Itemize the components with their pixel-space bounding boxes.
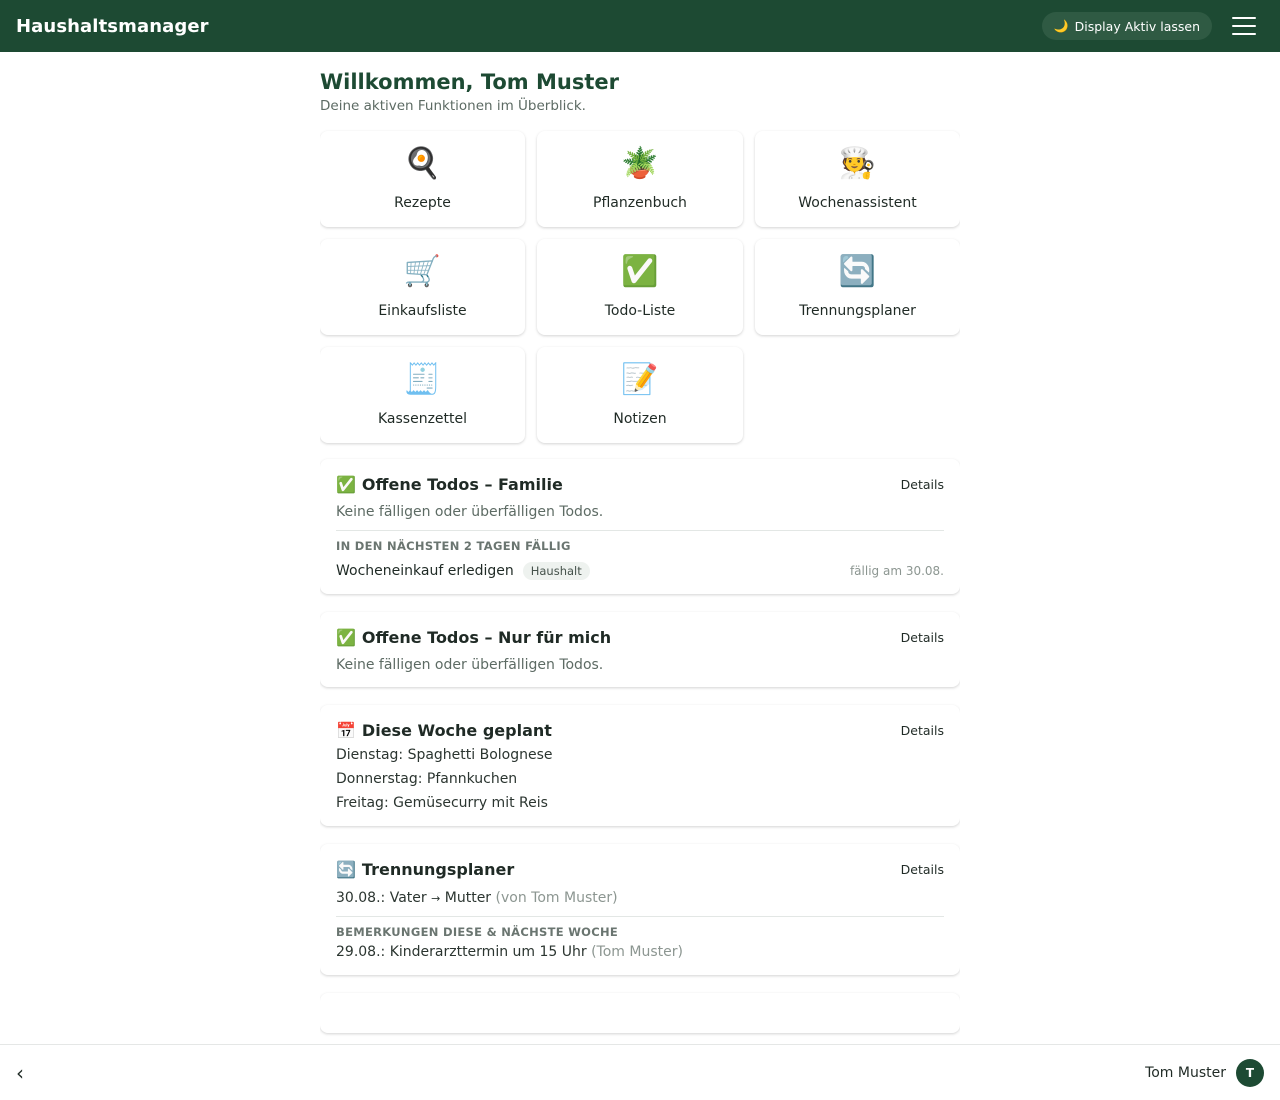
details-link[interactable]: Details <box>901 630 944 645</box>
tile-label: Pflanzenbuch <box>593 195 687 211</box>
divider <box>336 916 944 917</box>
todo-item[interactable]: Wocheneinkauf erledigen Haushalt fällig … <box>336 562 944 580</box>
card-week-plan: 📅 Diese Woche geplant Details Dienstag: … <box>320 705 960 826</box>
note-line: 29.08.: Kinderarzttermin um 15 Uhr (Tom … <box>336 943 944 961</box>
keep-display-on-button[interactable]: 🌙 Display Aktiv lassen <box>1041 12 1212 40</box>
arrows-cycle-icon: 🔄 <box>838 254 877 289</box>
top-bar: Haushaltsmanager 🌙 Display Aktiv lassen <box>0 0 1280 52</box>
receipt-icon: 🧾 <box>403 362 442 397</box>
plan-line: Donnerstag: Pfannkuchen <box>336 771 518 787</box>
tile-label: Einkaufsliste <box>378 303 467 319</box>
details-link[interactable]: Details <box>901 477 944 492</box>
card-title-text: Offene Todos – Nur für mich <box>361 628 612 647</box>
welcome-title: Willkommen, Tom Muster <box>320 70 619 94</box>
welcome-subtitle: Deine aktiven Funktionen im Überblick. <box>320 98 586 114</box>
plan-line: Dienstag: Spaghetti Bolognese <box>336 747 553 763</box>
divider <box>336 530 944 531</box>
tile-einkaufsliste[interactable]: 🛒 Einkaufsliste <box>320 239 525 335</box>
card-partial <box>320 993 960 1033</box>
details-link[interactable]: Details <box>901 862 944 877</box>
menu-line <box>1232 33 1256 35</box>
card-title: 🔄 Trennungsplaner <box>336 860 514 879</box>
empty-state-text: Keine fälligen oder überfälligen Todos. <box>336 657 604 673</box>
note-text: 29.08.: Kinderarzttermin um 15 Uhr <box>336 944 587 960</box>
handover-line: 30.08.: Vater → Mutter (von Tom Muster) <box>336 889 944 908</box>
user-name: Tom Muster <box>1145 1064 1226 1081</box>
tile-kassenzettel[interactable]: 🧾 Kassenzettel <box>320 347 525 443</box>
top-bar-actions: 🌙 Display Aktiv lassen <box>1041 8 1264 44</box>
potted-plant-icon: 🪴 <box>621 146 659 181</box>
section-label: IN DEN NÄCHSTEN 2 TAGEN FÄLLIG <box>336 539 571 553</box>
main-content: Willkommen, Tom Muster Deine aktiven Fun… <box>320 52 960 1044</box>
card-title: ✅ Offene Todos – Familie <box>336 475 563 494</box>
tile-pflanzenbuch[interactable]: 🪴 Pflanzenbuch <box>537 131 743 227</box>
tile-label: Wochenassistent <box>798 195 917 211</box>
due-date: fällig am 30.08. <box>849 564 944 578</box>
handover-from: Vater <box>389 890 427 906</box>
category-chip: Haushalt <box>522 562 590 580</box>
card-title-text: Trennungsplaner <box>361 860 515 879</box>
tile-label: Kassenzettel <box>377 411 468 427</box>
card-title-text: Offene Todos – Familie <box>361 475 563 494</box>
card-title: ✅ Offene Todos – Nur für mich <box>336 628 611 647</box>
tile-label: Rezepte <box>394 195 451 211</box>
section-label: BEMERKUNGEN DIESE & NÄCHSTE WOCHE <box>336 925 619 939</box>
feature-tiles: 🍳 Rezepte 🪴 Pflanzenbuch 🧑‍🍳 Wochenassis… <box>320 131 960 443</box>
back-chevron-icon[interactable]: ‹ <box>16 1061 36 1085</box>
card-title: 📅 Diese Woche geplant <box>336 721 552 740</box>
tile-notizen[interactable]: 📝 Notizen <box>537 347 743 443</box>
tile-rezepte[interactable]: 🍳 Rezepte <box>320 131 525 227</box>
hamburger-menu-icon[interactable] <box>1224 8 1264 44</box>
empty-state-text: Keine fälligen oder überfälligen Todos. <box>336 504 604 520</box>
arrows-cycle-icon: 🔄 <box>336 860 356 879</box>
frying-pan-icon: 🍳 <box>403 146 442 181</box>
handover-to: Mutter <box>444 890 492 906</box>
tile-label: Todo-Liste <box>604 303 676 319</box>
app-title[interactable]: Haushaltsmanager <box>16 16 209 37</box>
todo-text: Wocheneinkauf erledigen <box>336 563 514 579</box>
tile-wochenassistent[interactable]: 🧑‍🍳 Wochenassistent <box>755 131 960 227</box>
shopping-cart-icon: 🛒 <box>403 254 442 289</box>
menu-line <box>1232 17 1256 19</box>
check-mark-icon: ✅ <box>336 628 356 647</box>
note-author: (Tom Muster) <box>591 944 683 960</box>
check-mark-icon: ✅ <box>336 475 356 494</box>
handover-author: (von Tom Muster) <box>495 890 618 906</box>
menu-line <box>1232 25 1256 27</box>
memo-icon: 📝 <box>621 362 659 397</box>
tile-label: Notizen <box>613 411 667 427</box>
details-link[interactable]: Details <box>901 723 944 738</box>
calendar-icon: 📅 <box>336 721 356 740</box>
card-title-text: Diese Woche geplant <box>361 721 552 740</box>
arrow-icon: → <box>431 892 441 905</box>
check-mark-icon: ✅ <box>621 254 659 289</box>
moon-icon: 🌙 <box>1053 19 1069 33</box>
tile-trennungsplaner[interactable]: 🔄 Trennungsplaner <box>755 239 960 335</box>
card-todos-me: ✅ Offene Todos – Nur für mich Details Ke… <box>320 612 960 687</box>
user-info[interactable]: Tom Muster T <box>1145 1058 1264 1087</box>
card-trennungsplaner: 🔄 Trennungsplaner Details 30.08.: Vater … <box>320 844 960 975</box>
card-todos-familie: ✅ Offene Todos – Familie Details Keine f… <box>320 459 960 594</box>
handover-date: 30.08.: <box>336 890 386 906</box>
avatar: T <box>1236 1058 1264 1087</box>
bottom-bar: ‹ Tom Muster T <box>0 1044 1280 1100</box>
tile-todo-liste[interactable]: ✅ Todo-Liste <box>537 239 743 335</box>
tile-label: Trennungsplaner <box>799 303 916 319</box>
plan-line: Freitag: Gemüsecurry mit Reis <box>336 795 548 811</box>
cook-icon: 🧑‍🍳 <box>838 146 877 181</box>
keep-display-on-label: Display Aktiv lassen <box>1074 18 1200 34</box>
